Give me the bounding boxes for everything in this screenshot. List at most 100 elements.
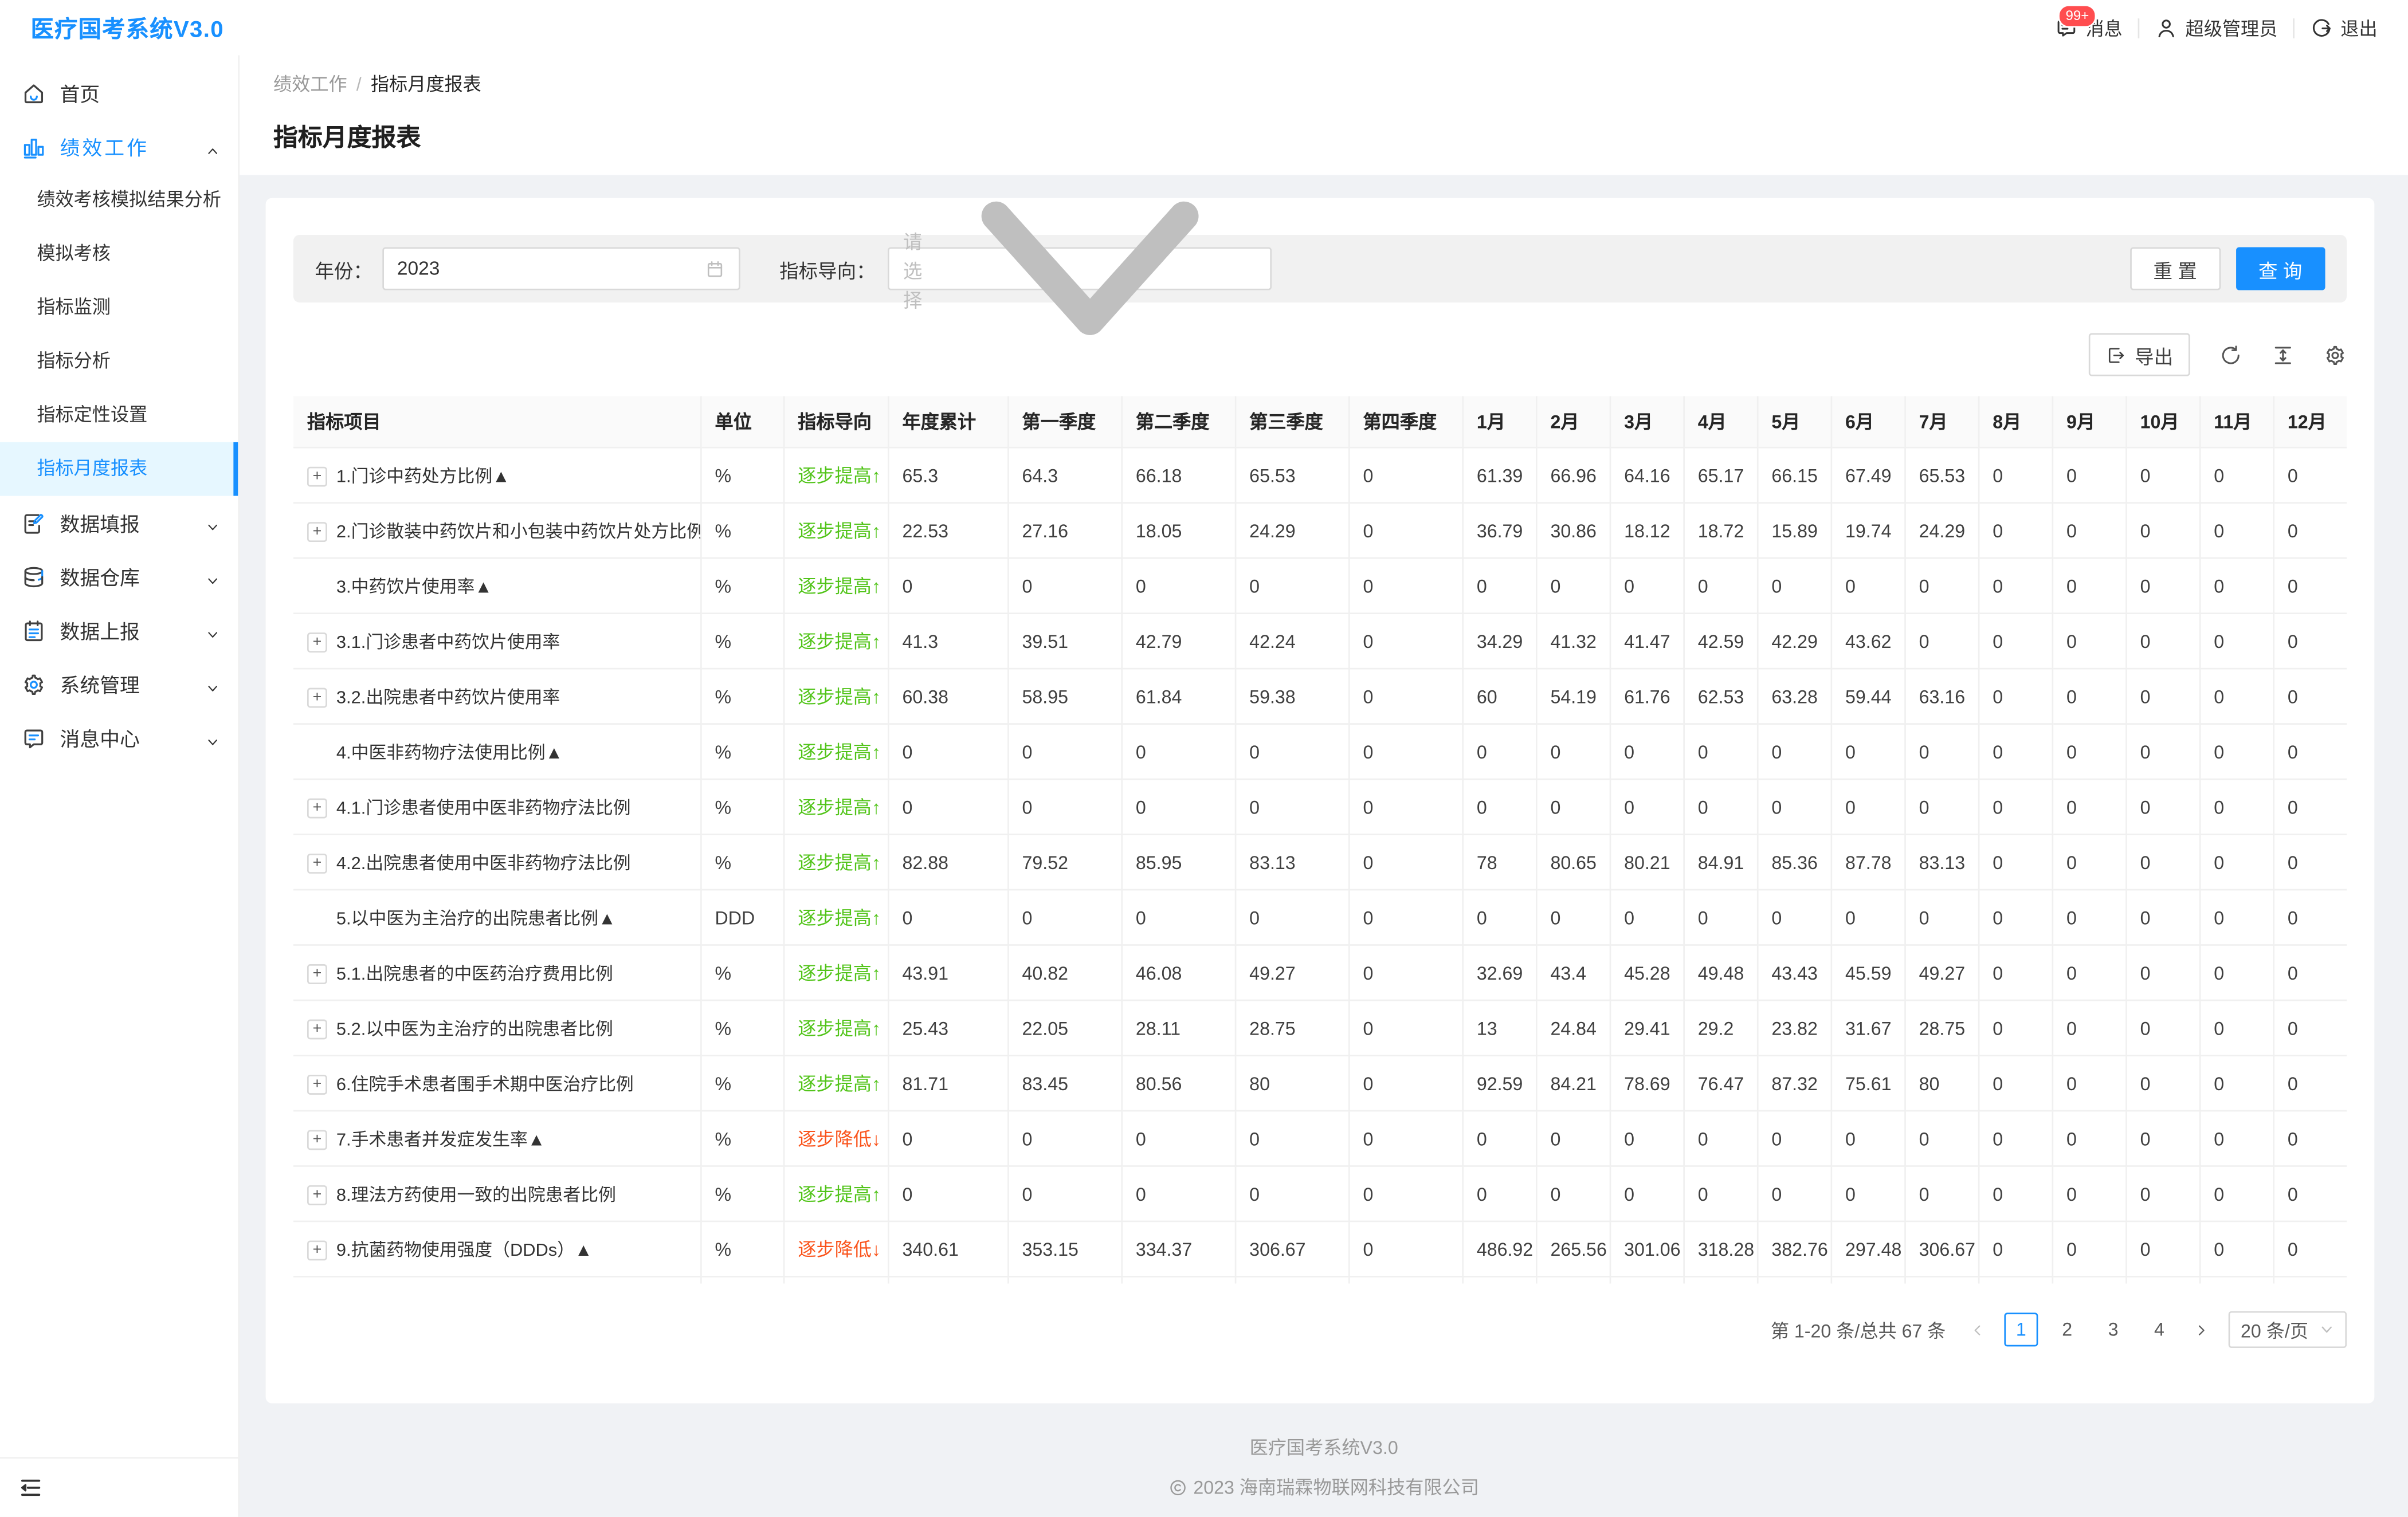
- value-cell: 80.21: [1610, 835, 1684, 890]
- value-cell: 80.56: [1121, 1056, 1234, 1111]
- value-cell: 0: [1007, 724, 1121, 779]
- column-header-8: 1月: [1462, 396, 1536, 447]
- value-cell: 0: [1610, 558, 1684, 613]
- value-cell: 45.59: [1831, 945, 1905, 1000]
- next-page-icon[interactable]: [2189, 1312, 2216, 1346]
- row-height-icon[interactable]: [2272, 343, 2295, 366]
- sidebar-subitem-1[interactable]: 模拟考核: [0, 227, 238, 281]
- value-cell: 0: [1348, 779, 1462, 834]
- value-cell: 0: [2199, 614, 2273, 669]
- value-cell: 54.19: [1536, 669, 1610, 724]
- page-button-3[interactable]: 3: [2096, 1312, 2130, 1346]
- expand-icon[interactable]: [307, 632, 327, 653]
- sidebar-item-2[interactable]: 数据填报: [0, 496, 238, 550]
- unit-cell: %: [700, 1000, 783, 1055]
- value-cell: 75.61: [1831, 1056, 1905, 1111]
- expand-icon[interactable]: [307, 1075, 327, 1095]
- orientation-select[interactable]: 请选择: [888, 247, 1272, 290]
- sidebar-item-4[interactable]: 数据上报: [0, 603, 238, 657]
- value-cell: 84.21: [1536, 1056, 1610, 1111]
- expand-icon[interactable]: [307, 799, 327, 819]
- unit-cell: %: [700, 945, 783, 1000]
- sidebar-item-3[interactable]: 数据仓库: [0, 549, 238, 603]
- column-header-9: 2月: [1536, 396, 1610, 447]
- expand-icon[interactable]: [307, 1185, 327, 1205]
- unit-cell: %: [700, 1221, 783, 1276]
- value-cell: 61.39: [1462, 447, 1536, 502]
- chevron-down-icon: [206, 731, 219, 745]
- page-button-1[interactable]: 1: [2004, 1312, 2038, 1346]
- value-cell: 25.43: [888, 1000, 1007, 1055]
- page-button-4[interactable]: 4: [2143, 1312, 2176, 1346]
- value-cell: 0: [1007, 558, 1121, 613]
- main-content: 绩效工作/指标月度报表 指标月度报表 年份： 2023 指标导向： 请选择 重 …: [240, 55, 2408, 1516]
- menu-fold-icon[interactable]: [18, 1475, 43, 1500]
- expand-icon[interactable]: [307, 1019, 327, 1039]
- sidebar-item-1[interactable]: 绩效工作: [0, 120, 238, 174]
- value-cell: 306.67: [1235, 1221, 1348, 1276]
- message-menu[interactable]: 99+ 消息: [2055, 14, 2123, 41]
- value-cell: 0: [2125, 614, 2199, 669]
- expand-icon[interactable]: [307, 522, 327, 542]
- value-cell: 41.32: [1536, 614, 1610, 669]
- value-cell: 0: [1121, 1276, 1234, 1283]
- sidebar-subitem-3[interactable]: 指标分析: [0, 335, 238, 388]
- year-input[interactable]: 2023: [382, 247, 739, 290]
- value-cell: 0: [1462, 890, 1536, 945]
- page-button-2[interactable]: 2: [2050, 1312, 2084, 1346]
- value-cell: 0: [2199, 558, 2273, 613]
- sidebar-subitem-5[interactable]: 指标月度报表: [0, 442, 238, 496]
- indicator-name-cell: 4.中医非药物疗法使用比例▲: [293, 724, 700, 779]
- sidebar-subitem-4[interactable]: 指标定性设置: [0, 388, 238, 442]
- breadcrumb-parent[interactable]: 绩效工作: [273, 74, 347, 96]
- expand-icon[interactable]: [307, 1130, 327, 1150]
- value-cell: 0: [2273, 890, 2347, 945]
- sidebar-subitem-0[interactable]: 绩效考核模拟结果分析: [0, 174, 238, 227]
- settings-icon[interactable]: [2324, 343, 2347, 366]
- search-button[interactable]: 查 询: [2236, 247, 2325, 290]
- unit-cell: %: [700, 503, 783, 558]
- expand-icon[interactable]: [307, 467, 327, 487]
- value-cell: 0: [1978, 1056, 2052, 1111]
- orientation-cell: 逐步降低↓: [783, 1111, 888, 1166]
- orientation-cell: 逐步提高↑: [783, 558, 888, 613]
- sidebar-item-0[interactable]: 首页: [0, 66, 238, 120]
- reset-button[interactable]: 重 置: [2130, 247, 2220, 290]
- logout-button[interactable]: 退出: [2310, 14, 2378, 41]
- value-cell: 0: [2199, 503, 2273, 558]
- indicator-name-cell: 4.2.出院患者使用中医非药物疗法比例: [293, 835, 700, 890]
- value-cell: 0: [2199, 669, 2273, 724]
- value-cell: 0: [1348, 669, 1462, 724]
- value-cell: 0: [2273, 835, 2347, 890]
- sidebar-subitem-2[interactable]: 指标监测: [0, 281, 238, 335]
- gear-icon: [22, 672, 46, 697]
- user-menu[interactable]: 超级管理员: [2155, 14, 2277, 41]
- indicator-name-cell: 3.中药饮片使用率▲: [293, 558, 700, 613]
- sidebar-item-6[interactable]: 消息中心: [0, 711, 238, 765]
- value-cell: 0: [1348, 558, 1462, 613]
- sidebar-item-5[interactable]: 系统管理: [0, 657, 238, 711]
- column-header-2: 指标导向: [783, 396, 888, 447]
- app-window: 医疗国考系统V3.0 99+ 消息 超级管理员 退出 首页绩效工作绩效考核模拟结…: [0, 0, 2408, 1517]
- indicator-name: 2.门诊散装中药饮片和小包装中药饮片处方比例▲: [336, 523, 700, 541]
- export-button[interactable]: 导出: [2089, 333, 2190, 376]
- value-cell: 301.06: [1610, 1221, 1684, 1276]
- expand-icon[interactable]: [307, 688, 327, 708]
- prev-page-icon[interactable]: [1964, 1312, 1992, 1346]
- value-cell: 39.51: [1007, 614, 1121, 669]
- expand-icon[interactable]: [307, 1240, 327, 1260]
- refresh-icon[interactable]: [2219, 343, 2242, 366]
- column-header-10: 3月: [1610, 396, 1684, 447]
- orientation-cell: 逐步提高↑: [783, 669, 888, 724]
- expand-icon[interactable]: [307, 854, 327, 874]
- value-cell: 382.76: [1757, 1221, 1831, 1276]
- table-row: 4.中医非药物疗法使用比例▲%逐步提高↑00000000000000000: [293, 724, 2347, 779]
- value-cell: 0: [888, 1111, 1007, 1166]
- page-size-select[interactable]: 20 条/页: [2229, 1311, 2347, 1348]
- column-header-11: 4月: [1683, 396, 1757, 447]
- value-cell: 0: [1904, 1111, 1978, 1166]
- column-header-16: 9月: [2052, 396, 2125, 447]
- value-cell: 0: [2199, 945, 2273, 1000]
- value-cell: 353.15: [1007, 1221, 1121, 1276]
- expand-icon[interactable]: [307, 964, 327, 984]
